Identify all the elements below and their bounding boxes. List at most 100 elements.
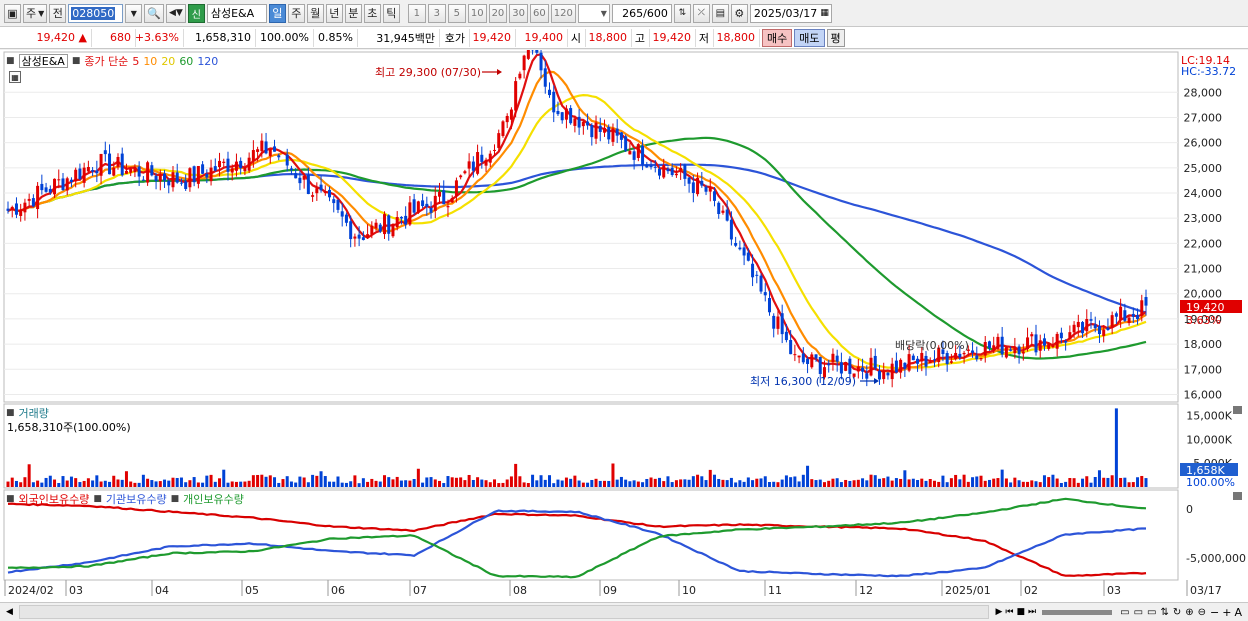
candle-body xyxy=(421,200,425,207)
legend-individual[interactable]: 개인보유수량 xyxy=(183,491,244,507)
volume-bar xyxy=(112,475,116,487)
grid-toggle-icon[interactable]: ▦ xyxy=(9,71,21,83)
holding-pane-close-icon[interactable] xyxy=(1233,492,1242,500)
legend-ma-prefix[interactable]: 종가 단순 xyxy=(84,53,128,69)
compare-icon[interactable]: ⇅ xyxy=(1160,607,1168,618)
interval-120[interactable]: 120 xyxy=(550,3,576,23)
refresh-icon[interactable]: ↻ xyxy=(1173,607,1181,618)
volume-bar xyxy=(129,481,133,487)
interval-3[interactable]: 3 xyxy=(427,3,446,23)
period-day[interactable]: 일 xyxy=(268,3,286,23)
plus-icon[interactable]: + xyxy=(1222,606,1231,619)
period-year[interactable]: 년 xyxy=(325,3,343,23)
first-icon[interactable]: ⏮ xyxy=(1005,607,1013,617)
volume-bar xyxy=(869,474,873,487)
scroll-right-icon[interactable]: ▶ xyxy=(995,607,1002,617)
volume-bar xyxy=(586,482,590,487)
legend-ma20[interactable]: 20 xyxy=(161,55,175,68)
chart-settings-icon[interactable]: ⇅ xyxy=(673,3,691,23)
period-week[interactable]: 주 xyxy=(287,3,305,23)
candle-body xyxy=(619,132,623,140)
minus-icon[interactable]: − xyxy=(1210,606,1219,619)
candle-body xyxy=(907,354,911,371)
legend-ma5[interactable]: 5 xyxy=(132,55,139,68)
candle-body xyxy=(717,202,721,215)
chart-canvas[interactable]: 28,000 27,000 26,000 25,000 24,000 23,000 22,0… xyxy=(0,50,1248,602)
interval-20[interactable]: 20 xyxy=(488,3,508,23)
candle-body xyxy=(378,224,382,232)
scroll-left-icon[interactable]: ◀ xyxy=(6,607,13,617)
gear-icon[interactable]: ⚙ xyxy=(730,3,748,23)
candle-body xyxy=(201,164,205,174)
stop-icon[interactable]: ■ xyxy=(1016,607,1025,617)
period-month[interactable]: 월 xyxy=(306,3,324,23)
code-input[interactable]: 028050 xyxy=(68,3,124,23)
pattern-icon[interactable]: ⤫ xyxy=(692,3,710,23)
legend-foreign[interactable]: 외국인보유수량 xyxy=(19,491,90,507)
interval-10[interactable]: 10 xyxy=(467,3,487,23)
scroll-track[interactable] xyxy=(18,605,990,619)
new-badge[interactable]: 신 xyxy=(187,3,205,23)
candle-body xyxy=(996,336,1000,349)
zoom-in-icon[interactable]: ⊕ xyxy=(1185,607,1193,618)
font-size-icon[interactable]: A xyxy=(1234,606,1242,619)
flat-button[interactable]: 평 xyxy=(826,28,845,47)
volume-bar xyxy=(158,481,162,487)
chart-scrollbar[interactable]: ◀ ▶ ⏮ ■ ⏭ ▭ ▭ ▭ ⇅ ↻ ⊕ ⊖ − + A xyxy=(0,602,1248,621)
volume-pane-close-icon[interactable] xyxy=(1233,406,1242,414)
zoom-out-icon[interactable]: ⊖ xyxy=(1198,607,1206,618)
volume-bar xyxy=(992,478,996,487)
count-field[interactable]: 265/600 xyxy=(611,3,672,23)
speaker-icon[interactable]: ◀▼ xyxy=(165,3,186,23)
volume-bar xyxy=(1144,478,1148,487)
period-minute[interactable]: 분 xyxy=(344,3,362,23)
candle-body xyxy=(361,237,365,241)
save-icon[interactable]: ▤ xyxy=(711,3,729,23)
calendar-icon[interactable]: ▦ xyxy=(820,8,829,18)
market-select[interactable]: 주 ▼ xyxy=(23,3,48,23)
period-tick[interactable]: 틱 xyxy=(382,3,400,23)
candle-body xyxy=(285,154,289,166)
buy-button[interactable]: 매수 xyxy=(762,28,793,47)
candle-body xyxy=(725,209,729,221)
candle-body xyxy=(154,176,158,182)
legend-institution[interactable]: 기관보유수량 xyxy=(106,491,167,507)
sell-button[interactable]: 매도 xyxy=(794,28,825,47)
high-price: 19,420 xyxy=(650,28,696,47)
interval-60[interactable]: 60 xyxy=(530,3,549,23)
code-dropdown-icon[interactable]: ▼ xyxy=(125,3,143,23)
volume-bar xyxy=(40,482,44,487)
candle-body xyxy=(65,178,69,191)
interval-30[interactable]: 30 xyxy=(509,3,529,23)
period-second[interactable]: 초 xyxy=(363,3,381,23)
x-axis-label: 03 xyxy=(69,584,83,597)
date-field[interactable]: 2025/03/17 ▦ xyxy=(749,3,832,23)
interval-5[interactable]: 5 xyxy=(447,3,466,23)
layout-icon[interactable]: ▭ xyxy=(1120,607,1129,618)
interval-1[interactable]: 1 xyxy=(407,3,426,23)
count-total: /600 xyxy=(643,6,668,20)
search-icon[interactable]: 🔍 xyxy=(144,3,164,23)
legend-stock-name[interactable]: 삼성E&A xyxy=(18,54,68,68)
x-axis-label: 07 xyxy=(413,584,427,597)
x-axis-label: 06 xyxy=(331,584,345,597)
window-icon[interactable]: ▣ xyxy=(4,3,21,23)
type-button[interactable]: 전 xyxy=(49,3,67,23)
candle-body xyxy=(108,153,112,175)
last-icon[interactable]: ⏭ xyxy=(1028,607,1036,617)
candle-body xyxy=(708,187,712,192)
volume-bar xyxy=(649,477,653,487)
volume-bar xyxy=(975,476,979,487)
candle-body xyxy=(429,207,433,213)
zoom-slider[interactable] xyxy=(1042,609,1113,615)
legend-ma60[interactable]: 60 xyxy=(179,55,193,68)
layout-icon-3[interactable]: ▭ xyxy=(1147,607,1156,618)
interval-combo[interactable]: ▼ xyxy=(577,3,610,23)
candle-body xyxy=(738,247,742,250)
volume-bar xyxy=(260,474,264,487)
volume-bar xyxy=(425,477,429,487)
layout-icon-2[interactable]: ▭ xyxy=(1134,607,1143,618)
legend-ma120[interactable]: 120 xyxy=(197,55,218,68)
candle-body xyxy=(932,359,936,361)
legend-ma10[interactable]: 10 xyxy=(143,55,157,68)
